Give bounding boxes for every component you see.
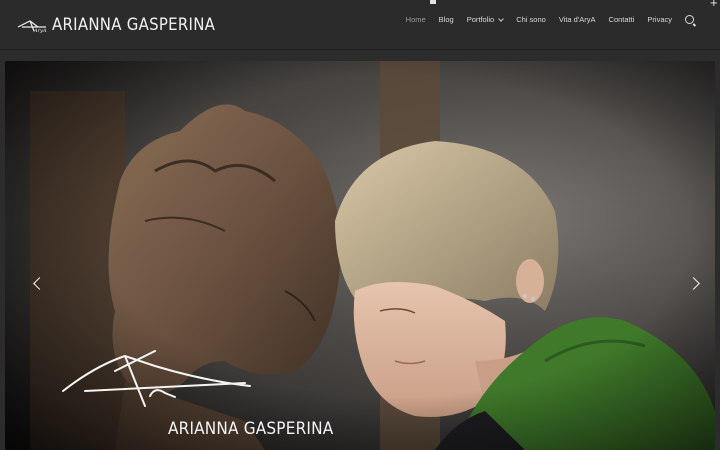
nav-item-home[interactable]: Home — [406, 15, 426, 24]
search-icon[interactable] — [685, 15, 694, 24]
hero-title: ARIANNA GASPERINA — [168, 419, 334, 439]
site-logo[interactable]: AryA ARIANNA GASPERINA — [16, 12, 237, 38]
nav-item-chi-sono[interactable]: Chi sono — [516, 15, 546, 24]
nav-item-blog[interactable]: Blog — [439, 15, 454, 24]
brand-name: ARIANNA GASPERINA — [52, 15, 216, 35]
active-indicator — [430, 0, 436, 4]
nav-item-contatti[interactable]: Contatti — [609, 15, 635, 24]
plus-icon[interactable]: + — [710, 0, 718, 9]
svg-text:AryA: AryA — [33, 28, 47, 34]
nav-item-portfolio[interactable]: Portfolio — [466, 15, 505, 24]
nav-item-portfolio-label: Portfolio — [466, 15, 495, 24]
chevron-down-icon — [498, 15, 505, 22]
main-nav: Home Blog Portfolio Chi sono Vita d'AryA… — [393, 15, 694, 24]
signature-logo-icon: AryA — [17, 20, 47, 34]
site-header: AryA ARIANNA GASPERINA + Home Blog Portf… — [0, 0, 720, 50]
nav-item-privacy[interactable]: Privacy — [647, 15, 672, 24]
hero-slider — [5, 61, 715, 450]
hero-photo — [5, 61, 715, 450]
nav-item-vita-darya[interactable]: Vita d'AryA — [559, 15, 596, 24]
